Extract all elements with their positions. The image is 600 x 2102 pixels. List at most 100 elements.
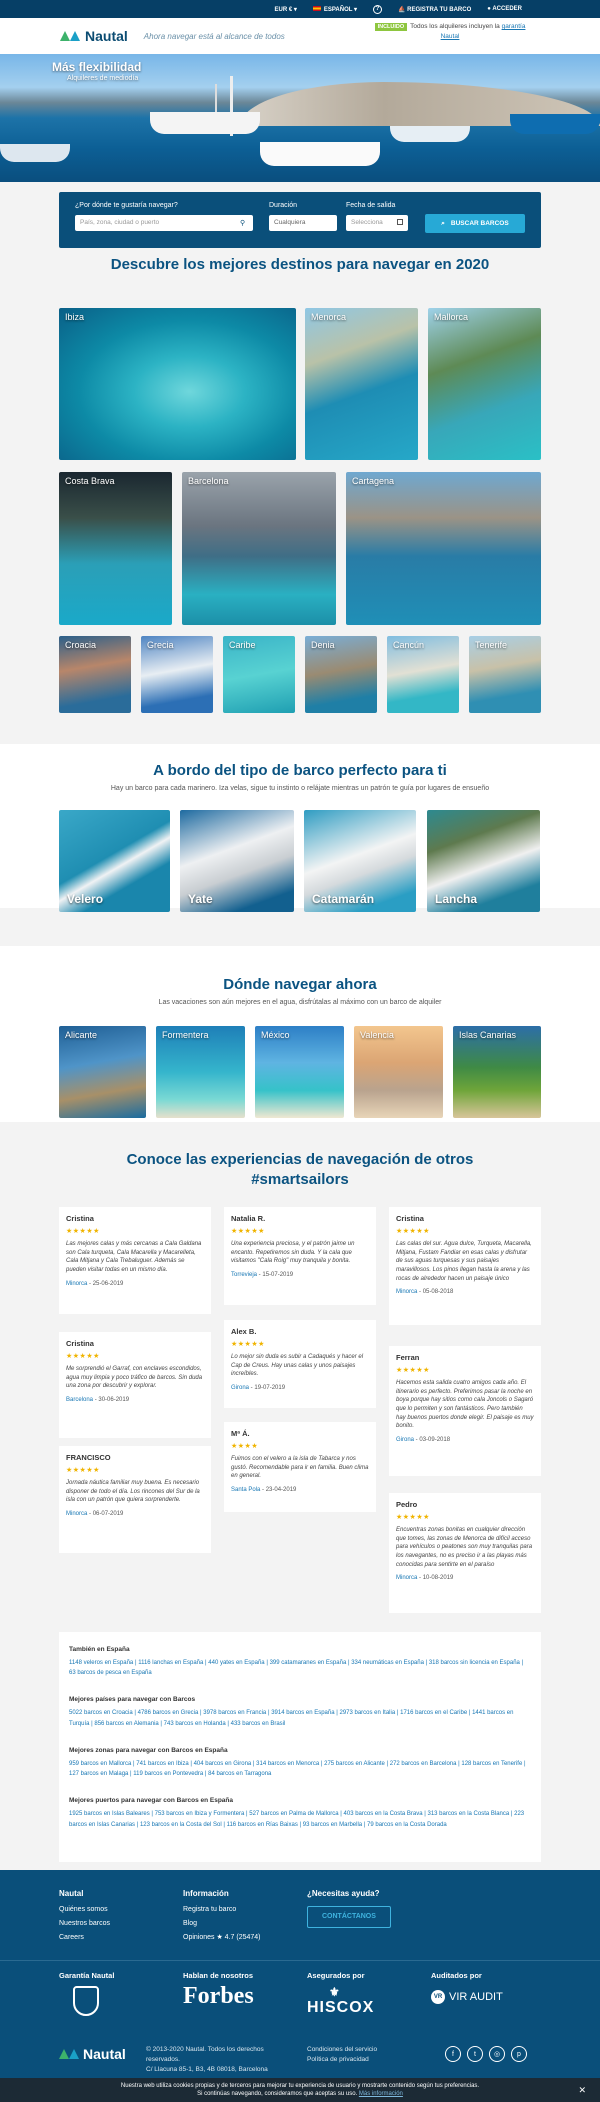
boat-types-title: A bordo del tipo de barco perfecto para … — [153, 762, 447, 779]
close-icon[interactable]: ✕ — [578, 2084, 586, 2097]
seo-link[interactable]: 318 barcos sin licencia en España — [429, 1660, 520, 1666]
footer-link[interactable]: Opiniones ★ 4.7 (25474) — [183, 1931, 261, 1945]
where-card-mexico[interactable]: México — [255, 1026, 344, 1118]
currency-selector[interactable]: EUR € ▾ — [274, 6, 296, 13]
destination-card-cartagena[interactable]: Cartagena — [346, 472, 541, 625]
more-info-link[interactable]: Más información — [359, 2091, 403, 2097]
destination-card-caribe[interactable]: Caribe — [223, 636, 295, 713]
search-boats-button[interactable]: ⌕ BUSCAR BARCOS — [425, 214, 525, 233]
review-card: Pedro ★★★★★ Encuentras zonas bonitas en … — [389, 1493, 541, 1613]
footer-link[interactable]: Quiénes somos — [59, 1903, 110, 1917]
where-card-islas-canarias[interactable]: Islas Canarias — [453, 1026, 541, 1118]
footer-link[interactable]: Blog — [183, 1917, 261, 1931]
help-icon[interactable]: ? — [372, 4, 382, 14]
seo-link[interactable]: 959 barcos en Mallorca — [69, 1761, 131, 1767]
seo-link[interactable]: 399 catamaranes en España — [270, 1660, 347, 1666]
where-card-alicante[interactable]: Alicante — [59, 1026, 146, 1118]
destination-card-mallorca[interactable]: Mallorca — [428, 308, 541, 460]
seo-link[interactable]: 313 barcos en la Costa Blanca — [428, 1811, 510, 1817]
link-group: Mejores países para navegar con Barcos 5… — [69, 1696, 514, 1727]
hiscox-logo: HISCOX — [307, 1999, 375, 2016]
duration-select[interactable]: Cualquiera — [269, 215, 337, 231]
seo-link[interactable]: 2973 barcos en Italia — [339, 1710, 395, 1716]
seo-link[interactable]: 84 barcos en Tarragona — [208, 1771, 271, 1777]
star-rating: ★★★★★ — [231, 1340, 265, 1348]
seo-link[interactable]: 527 barcos en Palma de Mallorca — [249, 1811, 338, 1817]
contact-button[interactable]: CONTÁCTANOS — [307, 1906, 391, 1928]
seo-link[interactable]: 1116 lanchas en España — [138, 1660, 203, 1666]
register-boat-link[interactable]: ⛵ REGISTRA TU BARCO — [398, 6, 471, 13]
nautal-logo[interactable]: Nautal — [60, 28, 128, 44]
promo-banner: INCLUIDO Todos los alquileres incluyen la… — [370, 22, 530, 43]
seo-link[interactable]: 93 barcos en Marbella — [303, 1822, 362, 1828]
destination-card-croacia[interactable]: Croacia — [59, 636, 131, 713]
header: Nautal Ahora navegar está al alcance de … — [0, 18, 600, 54]
seo-link[interactable]: 116 barcos en Rías Baixas — [227, 1822, 298, 1828]
seo-link[interactable]: 128 barcos en Tenerife — [461, 1761, 522, 1767]
destination-card-costa-brava[interactable]: Costa Brava — [59, 472, 172, 625]
where-card-valencia[interactable]: Valencia — [354, 1026, 443, 1118]
instagram-icon[interactable]: ◎ — [489, 2046, 505, 2062]
destination-card-tenerife[interactable]: Tenerife — [469, 636, 541, 713]
seo-link[interactable]: 1148 veleros en España — [69, 1660, 133, 1666]
twitter-icon[interactable]: t — [467, 2046, 483, 2062]
footer-logo[interactable]: Nautal — [59, 2046, 126, 2062]
top-bar: EUR € ▾ ESPAÑOL ▾ ? ⛵ REGISTRA TU BARCO … — [0, 0, 600, 18]
destination-card-denia[interactable]: Denia — [305, 636, 377, 713]
pinterest-icon[interactable]: p — [511, 2046, 527, 2062]
seo-link[interactable]: 856 barcos en Alemania — [94, 1721, 158, 1727]
seo-link[interactable]: 753 barcos en Ibiza y Formentera — [155, 1811, 245, 1817]
logo-sail-icon — [59, 2049, 79, 2059]
location-pin-icon: ⚲ — [240, 220, 246, 227]
seo-link[interactable]: 4786 barcos en Grecia — [138, 1710, 199, 1716]
destination-card-ibiza[interactable]: Ibiza — [59, 308, 296, 460]
seo-link[interactable]: 272 barcos en Barcelona — [390, 1761, 457, 1767]
seo-link[interactable]: 440 yates en España — [208, 1660, 264, 1666]
destination-input[interactable]: País, zona, ciudad o puerto — [75, 215, 253, 231]
reviews-section: Conoce las experiencias de navegación de… — [0, 1150, 600, 1189]
seo-link[interactable]: 741 barcos en Ibiza — [136, 1761, 188, 1767]
review-card: Cristina ★★★★★ Las mejores calas y más c… — [59, 1207, 211, 1314]
seo-link[interactable]: 119 barcos en Pontevedra — [133, 1771, 203, 1777]
forbes-logo: Forbes — [183, 1983, 254, 2009]
seo-link[interactable]: 3914 barcos en España — [271, 1710, 334, 1716]
seo-link[interactable]: 334 neumáticas en España — [351, 1660, 424, 1666]
facebook-icon[interactable]: f — [445, 2046, 461, 2062]
boat-type-catamaran[interactable]: Catamarán — [304, 810, 416, 912]
destination-card-grecia[interactable]: Grecia — [141, 636, 213, 713]
seo-link[interactable]: 743 barcos en Holanda — [164, 1721, 226, 1727]
seo-link[interactable]: 1716 barcos en el Caribe — [400, 1710, 467, 1716]
footer-col-help: ¿Necesitas ayuda? CONTÁCTANOS — [307, 1886, 391, 1928]
seo-link[interactable]: 127 barcos en Malaga — [69, 1771, 128, 1777]
language-selector[interactable]: ESPAÑOL ▾ — [312, 6, 357, 13]
boat-type-velero[interactable]: Velero — [59, 810, 170, 912]
logo-sail-icon — [60, 31, 80, 41]
privacy-link[interactable]: Política de privacidad — [307, 2055, 377, 2065]
seo-link[interactable]: 63 barcos de pesca en España — [69, 1670, 152, 1676]
destination-card-menorca[interactable]: Menorca — [305, 308, 418, 460]
hiscox-crest-icon: ⚜ — [329, 1985, 340, 1999]
seo-link[interactable]: 403 barcos en la Costa Brava — [344, 1811, 423, 1817]
seo-link[interactable]: 1925 barcos en Islas Baleares — [69, 1811, 150, 1817]
seo-link[interactable]: 123 barcos en la Costa del Sol — [140, 1822, 222, 1828]
seo-link[interactable]: 314 barcos en Menorca — [256, 1761, 319, 1767]
boat-type-yate[interactable]: Yate — [180, 810, 294, 912]
destination-card-cancun[interactable]: Cancún — [387, 636, 459, 713]
footer-link[interactable]: Careers — [59, 1931, 110, 1945]
footer-link[interactable]: Nuestros barcos — [59, 1917, 110, 1931]
seo-link[interactable]: 275 barcos en Alicante — [324, 1761, 385, 1767]
conditions-link[interactable]: Condiciones del servicio — [307, 2045, 377, 2055]
where-card-formentera[interactable]: Formentera — [156, 1026, 245, 1118]
destination-card-barcelona[interactable]: Barcelona — [182, 472, 336, 625]
seo-link[interactable]: 5022 barcos en Croacia — [69, 1710, 133, 1716]
included-badge: INCLUIDO — [374, 23, 408, 31]
search-panel: ¿Por dónde te gustaría navegar? País, zo… — [59, 192, 541, 248]
boat-type-lancha[interactable]: Lancha — [427, 810, 540, 912]
seo-link[interactable]: 433 barcos en Brasil — [231, 1721, 286, 1727]
seo-link[interactable]: 79 barcos en la Costa Dorada — [367, 1822, 447, 1828]
seo-link[interactable]: 3978 barcos en Francia — [203, 1710, 266, 1716]
seo-link[interactable]: 404 barcos en Girona — [194, 1761, 252, 1767]
star-rating: ★★★★★ — [396, 1366, 430, 1374]
footer-link[interactable]: Registra tu barco — [183, 1903, 261, 1917]
login-link[interactable]: ● ACCEDER — [487, 6, 522, 12]
